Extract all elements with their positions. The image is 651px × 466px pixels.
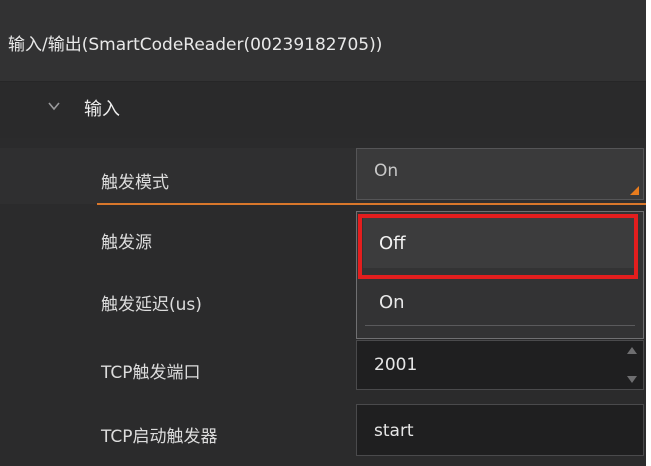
input-value: start — [374, 421, 414, 441]
window-edge — [646, 0, 651, 466]
dropdown-option-on[interactable]: On — [363, 280, 637, 330]
dropdown-option-off[interactable]: Off — [363, 218, 637, 268]
trigger-mode-dropdown-list: Off On — [356, 211, 644, 339]
panel-title-bar: 输入/输出(SmartCodeReader(00239182705)) — [0, 0, 646, 82]
dropdown-divider — [365, 325, 635, 326]
section-label: 输入 — [84, 99, 120, 120]
section-header-input[interactable]: 输入 — [0, 82, 646, 138]
spin-up-icon[interactable] — [627, 347, 637, 354]
property-label: TCP启动触发器 — [101, 427, 218, 447]
tcp-start-trigger-input[interactable]: start — [356, 404, 644, 456]
property-label: 触发源 — [101, 233, 152, 253]
spin-down-icon[interactable] — [627, 376, 637, 383]
property-label: 触发模式 — [101, 173, 169, 193]
select-value: On — [374, 161, 399, 181]
tcp-trigger-port-spinbox[interactable]: 2001 — [356, 340, 644, 390]
panel-title: 输入/输出(SmartCodeReader(00239182705)) — [8, 35, 383, 55]
option-label: On — [379, 292, 405, 313]
option-label: Off — [379, 233, 406, 254]
selected-row-indicator — [97, 203, 646, 205]
spinbox-value: 2001 — [374, 355, 418, 375]
chevron-down-icon[interactable] — [46, 98, 62, 114]
property-label: 触发延迟(us) — [101, 295, 202, 315]
io-settings-panel: 输入/输出(SmartCodeReader(00239182705)) 输入 触… — [0, 0, 651, 466]
trigger-mode-select[interactable]: On — [356, 148, 644, 200]
property-label: TCP触发端口 — [101, 363, 201, 383]
dropdown-corner-icon — [630, 186, 639, 195]
